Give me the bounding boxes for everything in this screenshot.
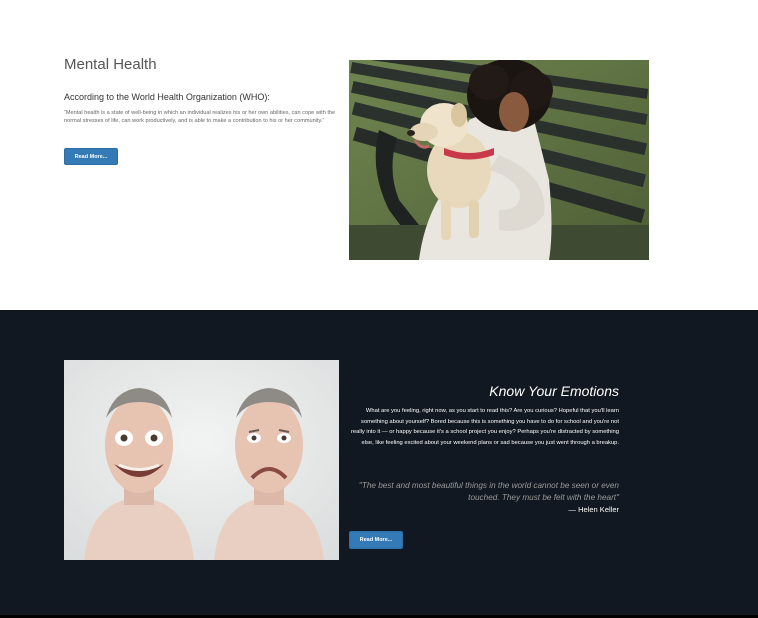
woman-with-dog-image: [349, 60, 649, 260]
helen-keller-quote: "The best and most beautiful things in t…: [358, 481, 619, 502]
woman-with-dog-illustration: [349, 60, 649, 260]
mental-health-subtitle: According to the World Health Organizati…: [64, 92, 270, 102]
know-your-emotions-body: What are you feeling, right now, as you …: [350, 408, 619, 446]
two-faces-image: [64, 360, 339, 560]
know-your-emotions-section: Know Your Emotions What are you feeling,…: [0, 310, 758, 615]
mental-health-title: Mental Health: [64, 56, 157, 73]
mental-health-quote: “Mental health is a state of well-being …: [64, 110, 336, 125]
quote-author: — Helen Keller: [568, 505, 619, 514]
two-faces-illustration: [64, 360, 339, 560]
know-your-emotions-title: Know Your Emotions: [489, 383, 619, 399]
read-more-button-mental-health[interactable]: Read More...: [64, 148, 118, 165]
read-more-button-emotions[interactable]: Read More...: [349, 531, 403, 549]
mental-health-section: Mental Health According to the World Hea…: [0, 0, 758, 310]
page: Mental Health According to the World Hea…: [0, 0, 758, 618]
